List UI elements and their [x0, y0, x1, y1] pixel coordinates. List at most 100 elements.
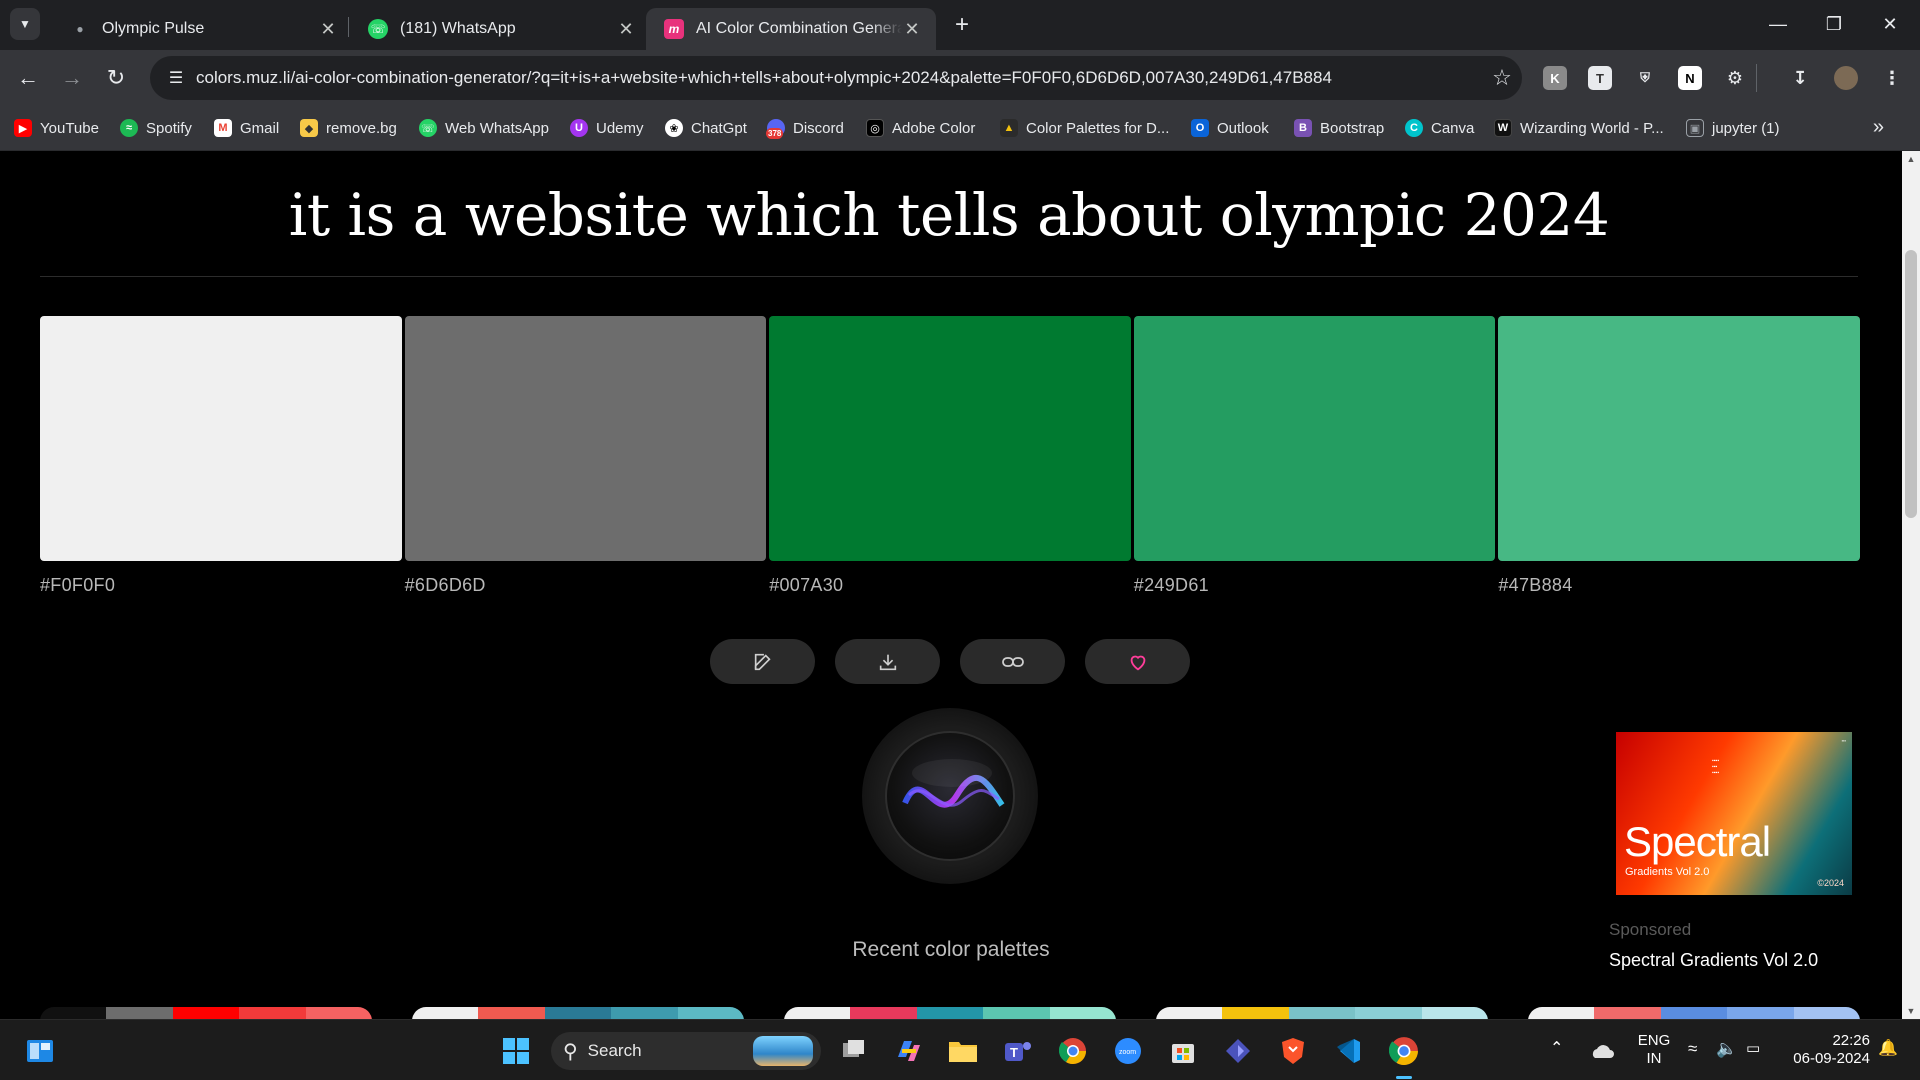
hex-code-4[interactable]: #249D61: [1134, 575, 1496, 596]
battery-icon[interactable]: ▭: [1746, 1040, 1760, 1058]
bookmark-jupyter[interactable]: ▣ jupyter (1): [1686, 116, 1780, 140]
language-indicator[interactable]: ENG IN: [1634, 1032, 1674, 1068]
edit-button[interactable]: [710, 639, 815, 684]
recent-palette-card[interactable]: [784, 1007, 1116, 1019]
chrome-icon[interactable]: [1057, 1035, 1089, 1067]
swatch-1[interactable]: [40, 316, 402, 561]
recent-palette-card[interactable]: [1528, 1007, 1860, 1019]
power-automate-icon[interactable]: [1222, 1035, 1254, 1067]
bookmark-color-palettes[interactable]: ▲ Color Palettes for D...: [1000, 116, 1169, 140]
menu-kebab-icon[interactable]: ⋮: [1880, 66, 1904, 90]
tray-overflow-icon[interactable]: ⌃: [1550, 1040, 1563, 1058]
avatar[interactable]: [1834, 66, 1858, 90]
outlook-icon: O: [1191, 119, 1209, 137]
text-extension-icon[interactable]: T: [1588, 66, 1612, 90]
new-tab-button[interactable]: +: [948, 12, 976, 40]
recent-palette-card[interactable]: [40, 1007, 372, 1019]
recent-palette-card[interactable]: [412, 1007, 744, 1019]
close-icon[interactable]: ✕: [902, 19, 922, 40]
copy-link-button[interactable]: [960, 639, 1065, 684]
download-icon[interactable]: ↧: [1788, 66, 1812, 90]
heart-icon: [1130, 655, 1145, 670]
scroll-up-icon[interactable]: ▲: [1902, 151, 1920, 167]
recent-palette-card[interactable]: [1156, 1007, 1488, 1019]
download-button[interactable]: [835, 639, 940, 684]
ad-decoration: ▪▪▪▪ ▪▪▪ ▪▪▪▪: [1712, 758, 1720, 776]
swatch-5[interactable]: [1498, 316, 1860, 561]
tab-ai-color-generator[interactable]: m AI Color Combination Generator ✕: [646, 8, 936, 50]
page-scrollbar[interactable]: ▲ ▼: [1902, 151, 1920, 1019]
recent-palette-color: [983, 1007, 1050, 1019]
bookmark-web-whatsapp[interactable]: ☏ Web WhatsApp: [419, 116, 549, 140]
volume-icon[interactable]: 🔈: [1716, 1040, 1737, 1058]
close-icon[interactable]: ✕: [318, 19, 338, 40]
windows-start-icon[interactable]: [500, 1035, 532, 1067]
scroll-thumb[interactable]: [1905, 250, 1917, 518]
hex-code-3[interactable]: #007A30: [769, 575, 1131, 596]
sponsored-ad-image[interactable]: ▪▪▪ ▪▪▪▪ ▪▪▪ ▪▪▪▪ Spectral Gradients Vol 2…: [1616, 732, 1852, 895]
site-info-icon[interactable]: ☰: [156, 68, 196, 88]
bookmark-gmail[interactable]: M Gmail: [214, 116, 279, 140]
bookmark-label: Gmail: [240, 119, 280, 137]
scroll-down-icon[interactable]: ▼: [1902, 1003, 1920, 1019]
browser-toolbar: ← → ↻ ☰ colors.muz.li/ai-color-combinati…: [0, 50, 1920, 106]
bookmarks-overflow-icon[interactable]: »: [1873, 116, 1884, 139]
tab-whatsapp[interactable]: ☏ (181) WhatsApp ✕: [350, 8, 650, 50]
bookmark-youtube[interactable]: ▶ YouTube: [14, 116, 99, 140]
extension-icon[interactable]: K: [1543, 66, 1567, 90]
task-view-icon[interactable]: [838, 1035, 870, 1067]
hex-code-5[interactable]: #47B884: [1498, 575, 1860, 596]
close-window-button[interactable]: ✕: [1862, 0, 1918, 48]
widgets-icon[interactable]: [24, 1035, 56, 1067]
sponsored-title[interactable]: Spectral Gradients Vol 2.0: [1609, 950, 1818, 971]
wifi-icon[interactable]: ≈: [1688, 1040, 1697, 1058]
taskbar-search[interactable]: ⚲ Search: [551, 1032, 821, 1070]
tab-search-button[interactable]: ▼: [10, 8, 40, 40]
tab-olympic-pulse[interactable]: ● Olympic Pulse ✕: [52, 8, 352, 50]
shield-icon[interactable]: ⛨: [1633, 66, 1657, 90]
chrome-active-icon[interactable]: [1388, 1035, 1420, 1067]
bookmark-spotify[interactable]: ≈ Spotify: [120, 116, 192, 140]
vscode-icon[interactable]: [1332, 1035, 1364, 1067]
bookmark-wizarding-world[interactable]: W Wizarding World - P...: [1494, 116, 1664, 140]
bookmark-star-icon[interactable]: ☆: [1482, 65, 1522, 91]
file-explorer-icon[interactable]: [947, 1035, 979, 1067]
minimize-button[interactable]: —: [1750, 0, 1806, 48]
back-button[interactable]: ←: [14, 64, 42, 92]
bookmark-canva[interactable]: C Canva: [1405, 116, 1474, 140]
globe-icon: ●: [76, 22, 84, 36]
bookmark-outlook[interactable]: O Outlook: [1191, 116, 1269, 140]
url-text[interactable]: colors.muz.li/ai-color-combination-gener…: [196, 68, 1482, 88]
chatgpt-icon: ❀: [665, 119, 683, 137]
language-code: ENG: [1637, 1032, 1671, 1049]
bookmark-bootstrap[interactable]: B Bootstrap: [1294, 116, 1384, 140]
restore-button[interactable]: ❐: [1806, 0, 1862, 48]
like-button[interactable]: [1085, 639, 1190, 684]
swatch-4[interactable]: [1133, 316, 1496, 561]
bookmark-chatgpt[interactable]: ❀ ChatGpt: [665, 116, 747, 140]
reload-button[interactable]: ↻: [102, 64, 130, 92]
copilot-icon[interactable]: [892, 1035, 924, 1067]
bookmark-adobe-color[interactable]: ◎ Adobe Color: [866, 116, 975, 140]
swatch-3[interactable]: [769, 316, 1131, 561]
close-icon[interactable]: ✕: [616, 19, 636, 40]
bookmark-label: jupyter (1): [1712, 119, 1780, 137]
hex-code-1[interactable]: #F0F0F0: [40, 575, 402, 596]
address-bar[interactable]: ☰ colors.muz.li/ai-color-combination-gen…: [150, 56, 1522, 100]
bookmark-udemy[interactable]: U Udemy: [570, 116, 644, 140]
onedrive-icon[interactable]: [1586, 1035, 1618, 1067]
notion-icon[interactable]: N: [1678, 66, 1702, 90]
bookmark-removebg[interactable]: ◆ remove.bg: [300, 116, 397, 140]
bookmark-discord[interactable]: 378 Discord: [766, 116, 844, 140]
hex-code-2[interactable]: #6D6D6D: [405, 575, 767, 596]
clock[interactable]: 22:26 06-09-2024: [1780, 1032, 1870, 1068]
extensions-puzzle-icon[interactable]: ⚙: [1723, 66, 1747, 90]
swatch-2[interactable]: [404, 316, 767, 561]
notification-bell-icon[interactable]: 🔔: [1878, 1040, 1898, 1058]
microsoft-store-icon[interactable]: [1167, 1035, 1199, 1067]
forward-button[interactable]: →: [58, 64, 86, 92]
brave-icon[interactable]: [1277, 1035, 1309, 1067]
teams-icon[interactable]: T: [1002, 1035, 1034, 1067]
ai-orb-button[interactable]: [862, 708, 1038, 884]
zoom-icon[interactable]: zoom: [1112, 1035, 1144, 1067]
